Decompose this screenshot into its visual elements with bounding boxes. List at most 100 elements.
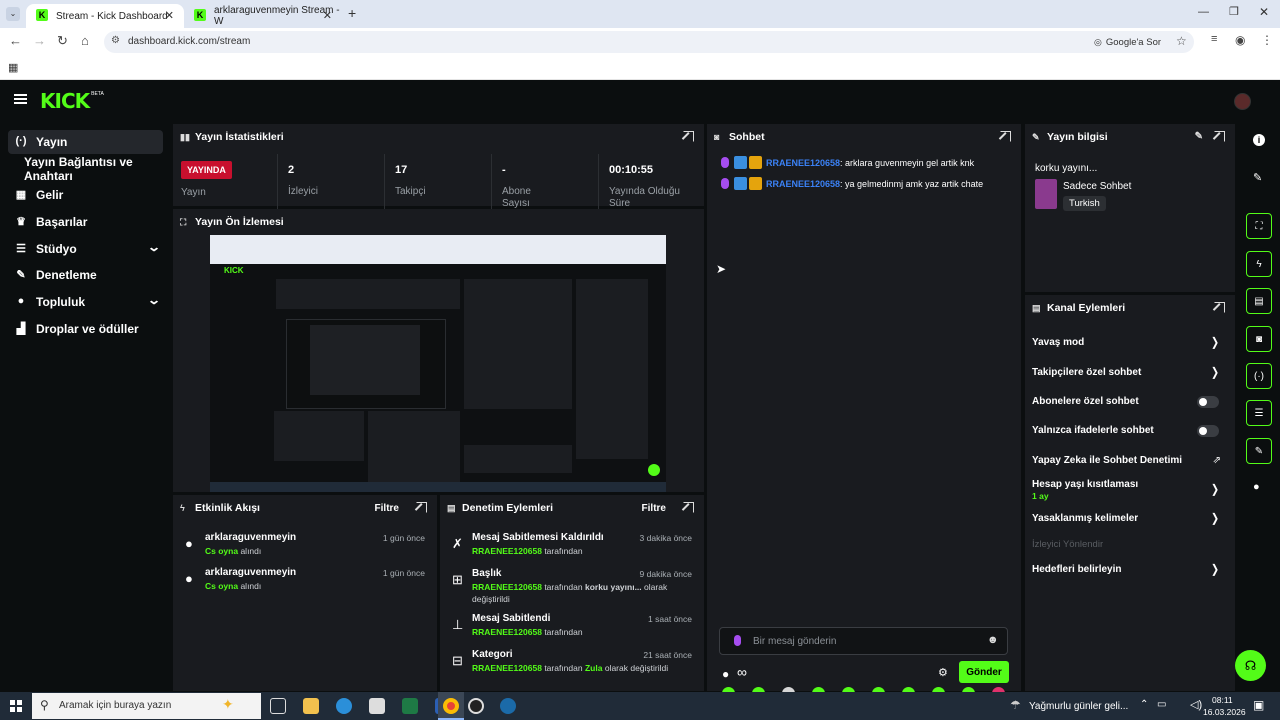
steam-icon[interactable] [500, 698, 516, 714]
taskbar-search[interactable]: ⚲ Aramak için buraya yazın ✦ [32, 693, 261, 719]
ai-moderation-row[interactable]: Yapay Zeka ile Sohbet Denetimi [1032, 455, 1232, 466]
slow-mode-row[interactable]: Yavaş mod [1032, 337, 1232, 348]
sidebar-item-droplar[interactable]: ▟ Droplar ve ödüller [8, 317, 163, 341]
send-button[interactable]: Gönder [959, 661, 1009, 683]
mouse-cursor-icon: ➤ [716, 262, 727, 276]
site-info-icon[interactable]: ⚙ [111, 35, 120, 46]
goals-row[interactable]: Hedefleri belirleyin [1032, 564, 1232, 575]
popout-icon[interactable] [1214, 131, 1225, 142]
home-icon[interactable]: ⌂ [81, 33, 89, 48]
emotes-only-toggle[interactable] [1197, 425, 1219, 437]
moderator-badge-icon [734, 156, 747, 169]
tab-stream-dashboard[interactable]: K Stream - Kick Dashboard ✕ [26, 4, 184, 28]
task-view-icon[interactable] [270, 698, 286, 714]
minimize-icon[interactable]: — [1198, 6, 1209, 18]
back-icon[interactable]: ← [9, 33, 22, 48]
obs-icon[interactable] [468, 698, 484, 714]
weather-text[interactable]: Yağmurlu günler geli... [1029, 701, 1128, 712]
sidebar-item-gelir[interactable]: ▦ Gelir [8, 183, 163, 207]
file-explorer-icon[interactable] [303, 698, 319, 714]
sidebar-item-yayin[interactable]: (·) Yayın [8, 130, 163, 154]
url-field[interactable]: ⚙ dashboard.kick.com/stream ◎ Google'a S… [104, 31, 1194, 53]
popout-icon[interactable] [416, 502, 427, 513]
chevron-right-icon: ❯ [1210, 365, 1219, 379]
tab-list-icon[interactable]: ⌄ [6, 7, 20, 21]
tray-chevron-icon[interactable]: ⌃ [1140, 699, 1148, 710]
profile-icon[interactable]: ◉ [1235, 33, 1245, 47]
user-avatar[interactable] [1234, 93, 1251, 110]
windows-start-icon[interactable] [10, 700, 22, 712]
info-icon[interactable]: i [1253, 134, 1265, 146]
sidebar-item-studyo[interactable]: ☰ Stüdyo ⌄ [8, 237, 163, 261]
settings-icon[interactable]: ⚙ [938, 666, 948, 679]
excel-icon[interactable] [402, 698, 418, 714]
sidebar-item-denetleme[interactable]: ✎ Denetleme [8, 263, 163, 287]
hamburger-icon[interactable] [14, 94, 27, 104]
notifications-icon[interactable]: ▣ [1253, 698, 1264, 712]
lightning-icon: ϟ [180, 503, 185, 513]
category-name[interactable]: Sadece Sohbet [1063, 181, 1131, 192]
followers-only-row[interactable]: Takipçilere özel sohbet [1032, 367, 1232, 378]
chat-message: RRAENEE120658 : arklara guvenmeyin gel a… [721, 156, 974, 169]
new-tab-button[interactable]: + [348, 5, 356, 21]
wrench-icon[interactable]: ✎ [1246, 438, 1272, 464]
banned-words-row[interactable]: Yasaklanmış kelimeler [1032, 513, 1232, 524]
list-icon: ▤ [447, 503, 456, 513]
infinity-label: ∞ [737, 664, 747, 680]
sidebar-item-stream-key[interactable]: Yayın Bağlantısı ve Anahtarı [8, 155, 173, 183]
restore-icon[interactable]: ❐ [1229, 5, 1239, 18]
drops-icon: ▟ [16, 323, 26, 335]
moderator-badge-icon [734, 177, 747, 190]
stream-preview-video[interactable]: KICK [210, 235, 666, 492]
wrench-icon: ✎ [16, 269, 26, 281]
community-icon: ● [17, 295, 25, 307]
support-button[interactable]: ☊ [1235, 650, 1266, 681]
community-icon[interactable]: ● [722, 667, 729, 681]
edit-icon[interactable]: ✎ [1195, 131, 1203, 142]
popout-icon[interactable] [1214, 302, 1225, 313]
layers-icon: ☰ [16, 243, 26, 255]
weather-icon: ☂ [1010, 698, 1021, 712]
network-icon[interactable]: ▭ [1157, 699, 1166, 710]
close-window-icon[interactable]: ✕ [1259, 5, 1269, 19]
popout-icon[interactable] [683, 502, 694, 513]
forward-icon[interactable]: → [33, 33, 46, 48]
google-lens-button[interactable]: ◎ Google'a Sor [1094, 34, 1166, 50]
subscribers-only-toggle[interactable] [1197, 396, 1219, 408]
tab-arklaraguvenmeyin[interactable]: K arklaraguvenmeyin Stream - W ✕ [184, 4, 342, 28]
filter-button[interactable]: Filtre [642, 503, 666, 514]
community-icon[interactable]: ● [1253, 481, 1260, 493]
fullscreen-icon[interactable]: ⛶ [1246, 213, 1272, 239]
reading-list-icon[interactable]: ≡ [1211, 33, 1217, 45]
emoji-icon[interactable]: ☻ [987, 634, 999, 646]
chat-icon: ◙ [714, 132, 720, 142]
clipboard-icon[interactable]: ▤ [1246, 288, 1272, 314]
bookmark-star-icon[interactable]: ☆ [1176, 34, 1187, 48]
account-age-row[interactable]: Hesap yaşı kısıtlaması [1032, 479, 1232, 490]
sidebar-item-topluluk[interactable]: ● Topluluk ⌄ [8, 290, 163, 314]
edit-icon[interactable]: ✎ [1253, 171, 1262, 184]
broadcast-icon[interactable]: (·) [1246, 363, 1272, 389]
chrome-icon-active[interactable] [438, 692, 464, 720]
chat-input[interactable]: Bir mesaj gönderin ☻ [719, 627, 1008, 655]
popout-icon[interactable] [683, 131, 694, 142]
lightning-icon[interactable]: ϟ [1246, 251, 1272, 277]
apps-grid-icon[interactable]: ▦ [8, 61, 18, 74]
chevron-right-icon: ❯ [1210, 511, 1219, 525]
kick-logo[interactable]: KICK BETA [40, 89, 104, 113]
chat-icon[interactable]: ◙ [1246, 326, 1272, 352]
category-icon: ⊟ [452, 653, 463, 668]
popout-icon[interactable] [1000, 131, 1011, 142]
store-icon[interactable] [369, 698, 385, 714]
edge-icon[interactable] [336, 698, 352, 714]
volume-icon[interactable]: ◁) [1190, 698, 1202, 711]
reload-icon[interactable]: ↻ [57, 33, 68, 49]
sidebar-item-basarilar[interactable]: ♛ Başarılar [8, 210, 163, 234]
close-tab-icon[interactable]: ✕ [165, 9, 174, 22]
menu-icon[interactable]: ⋮ [1261, 33, 1273, 47]
list-icon[interactable]: ☰ [1246, 400, 1272, 426]
close-tab-icon[interactable]: ✕ [323, 9, 332, 22]
filter-button[interactable]: Filtre [375, 503, 399, 514]
mic-badge-icon [721, 178, 729, 189]
kick-dashboard: KICK BETA (·) Yayın Yayın Bağlantısı ve … [0, 81, 1280, 700]
